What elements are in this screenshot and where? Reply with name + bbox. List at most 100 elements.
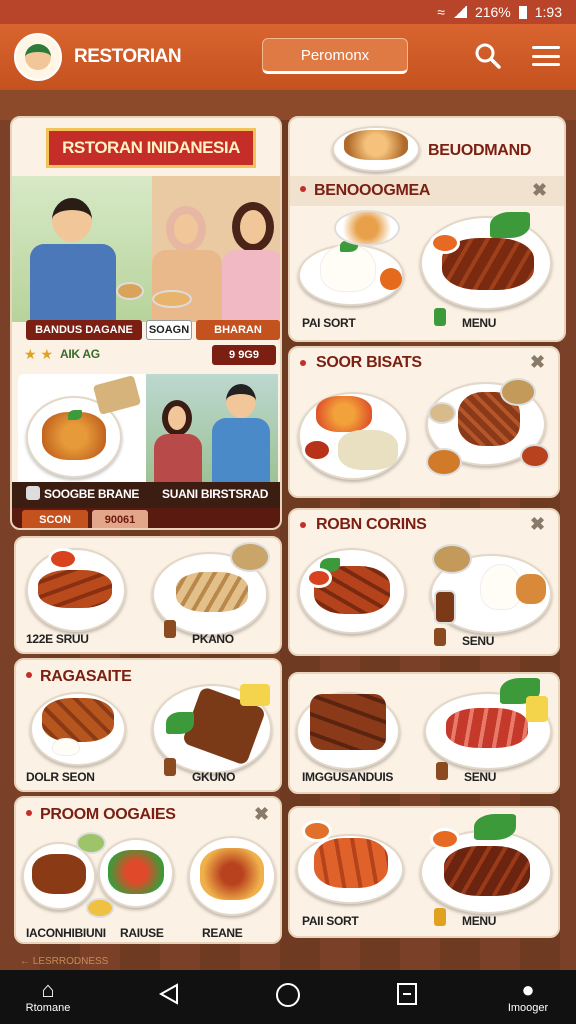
left-card-3-label-mid: RAIUSE [120,926,164,940]
right-menu-card-1[interactable]: BEUODMAND BENOOOGMEA ✖ PAI SORT MENU [288,116,566,342]
noodle-icon [200,848,264,900]
home-icon: ⌂ [41,977,55,1002]
right-menu-card-4[interactable]: IMGGUSANDUIS SENU [288,672,560,794]
bullet-icon [300,360,306,366]
nav-home[interactable]: ⌂ Rtomane [20,977,76,1015]
tiki-icon [436,762,448,780]
bullet-icon [300,186,306,192]
sauce-bowl-icon [430,232,460,254]
grilled-meat-icon [32,854,86,894]
sauce-icon [380,268,402,290]
nav-home-label: Rtomane [25,1002,71,1014]
soup-pot-icon [500,378,536,406]
satay-icon [42,698,114,742]
tag-left[interactable]: BANDUS DAGANE [26,320,142,340]
snack-icon [344,130,408,160]
plant-icon [434,308,446,326]
search-icon[interactable] [472,40,504,72]
tiki-icon [164,758,176,776]
bottom-navigation: ⌂ Rtomane ● Imooger [0,970,576,1024]
hero-label-left: SOOGBE BRANE [44,487,140,501]
nav-profile[interactable]: ● Imooger [496,977,560,1015]
chef-logo-icon[interactable] [14,33,62,81]
sambal-icon [302,438,332,462]
app-title: RESTORIAN [74,46,182,67]
sambal-bowl-icon [86,898,114,918]
menu-book-icon [26,486,40,500]
badge: 9 9G9 [212,345,276,365]
right-card-4-label-left: IMGGUSANDUIS [302,770,394,784]
pot-icon [434,590,456,624]
nav-profile-label: Imooger [507,1002,549,1014]
right-card-2-title: SOOR BISATS [316,354,422,371]
food-bowl-icon [116,282,144,300]
bullet-icon [300,522,306,528]
left-card-1-label-right: PKANO [192,632,234,646]
close-icon[interactable]: ✖ [254,804,269,825]
hero-label-right: SUANI BIRSTSRAD [162,487,269,501]
chicken-icon [516,574,546,604]
grilled-chicken-icon [314,838,388,888]
right-card-1-section: BENOOOGMEA [314,182,431,199]
left-card-3-label-left: IACONHIBIUNI [26,926,106,940]
left-menu-card-3[interactable]: PROOM OOGAIES ✖ IACONHIBIUNI RAIUSE REAN… [14,796,282,944]
star-icon: ★ ★ [24,346,53,362]
close-icon[interactable]: ✖ [532,180,547,201]
side-icon [520,444,550,468]
right-card-5-label-right: MENU [462,914,497,928]
bullet-icon [26,810,32,816]
hamburger-menu-icon[interactable] [532,42,560,70]
sauce-bowl-icon [430,828,460,850]
left-card-2-title: RAGASAITE [40,668,132,685]
close-icon[interactable]: ✖ [530,352,545,373]
right-card-3-title: ROBN CORINS [316,516,427,533]
lamp-icon [434,908,446,926]
rice-icon [52,738,80,756]
restaurant-banner: RSTORAN INIDANESIA [46,128,256,168]
nav-home-circle[interactable] [274,982,302,1011]
left-menu-card-2[interactable]: RAGASAITE DOLR SEON GKUNO [14,658,282,792]
search-input[interactable]: Peromonx [262,38,408,74]
user-icon: ● [521,977,535,1002]
right-menu-card-5[interactable]: PAII SORT MENU [288,806,560,938]
home-circle-icon [276,983,300,1007]
close-icon[interactable]: ✖ [530,514,545,535]
featured-restaurant-card[interactable]: RSTORAN INIDANESIA BANDUS DAGANE SOAGN B… [10,116,282,530]
recents-square-icon [397,983,417,1005]
nav-recents[interactable] [394,982,420,1009]
tempeh-icon [316,396,372,432]
battery-percent: 216% [474,4,511,20]
tag-right[interactable]: BHARAN [196,320,280,340]
side-bowl-icon [334,210,400,246]
right-card-4-label-right: SENU [464,770,497,784]
left-card-2-label-right: GKUNO [192,770,236,784]
app-bar: RESTORIAN Peromonx [0,24,576,90]
bullet-icon [26,672,32,678]
tiki-icon [164,620,176,638]
nav-back[interactable] [154,982,184,1009]
back-triangle-icon [158,983,178,1005]
spring-roll-icon [310,694,386,750]
tiki-icon [434,628,446,646]
dining-scene-image [12,176,280,322]
right-menu-card-2[interactable]: SOOR BISATS ✖ [288,346,560,498]
left-card-3-label-right: REANE [202,926,243,940]
pickle-icon [240,684,270,706]
left-card-3-title: PROOM OOGAIES [40,806,176,823]
left-menu-card-1[interactable]: 122E SRUU PKANO [14,536,282,654]
tag-mid[interactable]: SOAGN [146,320,192,340]
scon-button[interactable]: SCON [22,510,88,528]
sauce-bowl-icon [302,820,332,842]
footer-hint: ← LESRRODNESS [20,956,109,967]
right-menu-card-3[interactable]: ROBN CORINS ✖ SENU [288,508,560,656]
right-card-5-label-left: PAII SORT [302,914,359,928]
wifi-icon: ≈ [437,4,445,20]
soup-bowl-icon [426,448,462,476]
right-card-1-label-right: MENU [462,316,497,330]
right-card-3-label-right: SENU [462,634,495,648]
status-bar: ≈ 216% 1:93 [0,0,576,24]
rating-text: AIK AG [60,347,100,361]
pickle-icon [526,696,548,722]
battery-icon [518,5,527,19]
code-button[interactable]: 90061 [92,510,148,528]
